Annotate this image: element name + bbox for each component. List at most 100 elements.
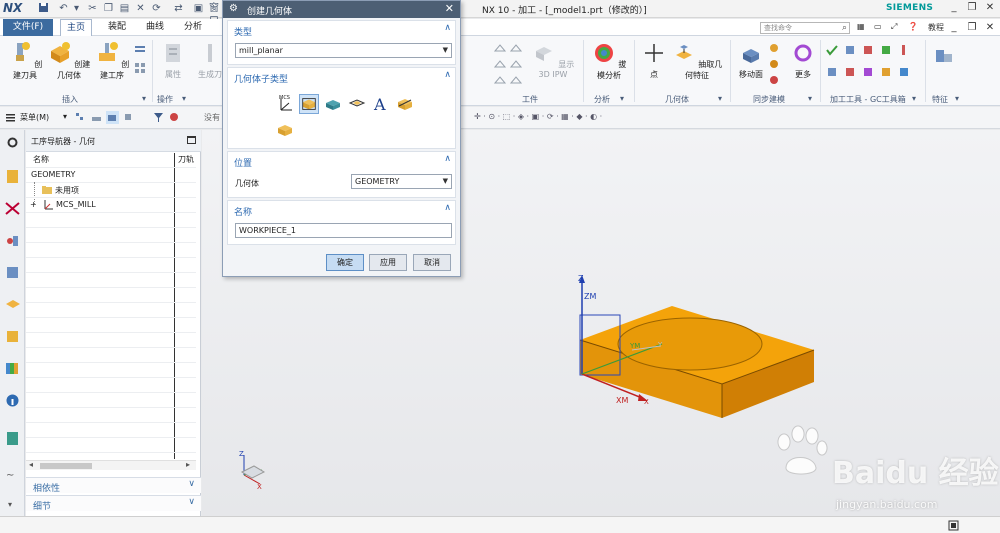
create-tool-button[interactable]: 创建刀具	[5, 41, 45, 81]
status-fullscreen-icon[interactable]	[948, 520, 959, 531]
tree-item-unused[interactable]: 未用项	[55, 185, 79, 196]
machine-tool-view-icon[interactable]	[90, 111, 103, 124]
window-icon[interactable]: ▣	[192, 2, 205, 15]
create-geometry-button[interactable]: 创建几何体	[46, 41, 92, 81]
snap-tools-icon[interactable]: ✛ · ⊙ · ⬚ · ◈ · ▣ · ⟳ · ▦ · ◆ · ◐ ·	[474, 112, 602, 121]
geometry-navigator-icon[interactable]	[4, 264, 21, 281]
selection-reset-icon[interactable]	[168, 111, 181, 124]
help-icon[interactable]: ❓	[908, 22, 918, 31]
palette-icon[interactable]	[4, 360, 21, 377]
scroll-left-icon[interactable]: ◂	[29, 460, 33, 469]
delete-icon[interactable]: ✕	[134, 2, 147, 15]
group-geometry-expand-icon[interactable]: ▾	[718, 94, 722, 103]
group-feature-expand-icon[interactable]: ▾	[955, 94, 959, 103]
type-filter-placeholder[interactable]: 没有	[204, 112, 220, 123]
workpiece-tool-5-icon[interactable]	[494, 74, 506, 86]
tab-curve[interactable]: 曲线	[140, 19, 170, 36]
horizontal-scrollbar[interactable]: ◂ ▸	[26, 460, 196, 470]
name-section-title[interactable]: 名称	[234, 205, 252, 218]
type-select[interactable]: mill_planar ▼	[235, 43, 452, 58]
roles-icon[interactable]: ▦	[857, 22, 865, 31]
dropdown-arrow-icon[interactable]: ▼	[443, 175, 448, 188]
more-button[interactable]: 更多	[790, 41, 816, 80]
window-menu-label[interactable]: 窗口	[206, 2, 222, 27]
settings-icon[interactable]	[4, 134, 21, 151]
ribbon-minimize-icon[interactable]: _	[946, 21, 962, 35]
feature-icon[interactable]	[932, 44, 956, 68]
subtype-section-title[interactable]: 几何体子类型	[234, 72, 288, 85]
minimize-icon[interactable]: _	[946, 1, 962, 15]
gc-tool-10-icon[interactable]	[898, 66, 910, 78]
window-switch-icon[interactable]: ▭	[874, 22, 882, 31]
workpiece-tool-2-icon[interactable]	[510, 42, 522, 54]
tab-home[interactable]: 主页	[60, 19, 93, 37]
maximize-icon[interactable]	[187, 136, 196, 144]
dialog-title-bar[interactable]: ⚙ 创建几何体 ✕	[223, 1, 460, 18]
create-operation-button[interactable]: 创建工序	[93, 41, 131, 81]
show-3d-ipw-button[interactable]: 显示 3D IPW	[527, 41, 579, 79]
paste-icon[interactable]: ▤	[118, 2, 131, 15]
tutorial-label[interactable]: 教程	[928, 22, 944, 33]
undo-icon[interactable]: ↶	[57, 2, 70, 15]
group-sync-expand-icon[interactable]: ▾	[808, 94, 812, 103]
attributes-button[interactable]: 属性	[158, 41, 188, 80]
scrollbar-thumb[interactable]	[40, 463, 92, 469]
workpiece-tool-6-icon[interactable]	[510, 74, 522, 86]
chevron-up-icon[interactable]: ∧	[444, 203, 451, 213]
dependencies-panel[interactable]: 相依性 ∨	[26, 477, 201, 494]
gc-tool-4-icon[interactable]	[880, 44, 892, 56]
dropdown-arrow-icon[interactable]: ▾	[70, 2, 83, 15]
dropdown-arrow-icon[interactable]: ▼	[443, 44, 448, 57]
roles-curve-icon[interactable]: ∼	[6, 470, 14, 481]
workpiece-tool-3-icon[interactable]	[494, 58, 506, 70]
ok-button[interactable]: 确定	[326, 254, 364, 271]
close-icon[interactable]: ✕	[445, 2, 454, 15]
gc-tool-3-icon[interactable]	[862, 44, 874, 56]
touch-mode-icon[interactable]: ⇄	[172, 2, 185, 15]
generate-toolpath-button[interactable]: 生成刀	[196, 41, 224, 80]
chevron-down-icon[interactable]: ∨	[188, 497, 195, 507]
group-gc-expand-icon[interactable]: ▾	[912, 94, 916, 103]
ribbon-close-icon[interactable]: ✕	[982, 21, 998, 35]
save-icon[interactable]	[37, 2, 50, 15]
history-icon[interactable]	[4, 430, 21, 447]
copy-icon[interactable]: ❐	[102, 2, 115, 15]
gc-tool-8-icon[interactable]	[862, 66, 874, 78]
info-icon[interactable]	[4, 392, 21, 409]
menu-dropdown-icon[interactable]: ▾	[63, 112, 67, 121]
tab-file[interactable]: 文件(F)	[3, 19, 53, 36]
search-icon[interactable]: ⌕	[842, 23, 847, 34]
column-toolpath-header[interactable]: 刀轨	[178, 153, 194, 167]
gc-tool-6-icon[interactable]	[826, 66, 838, 78]
name-input[interactable]: WORKPIECE_1	[235, 223, 452, 238]
replace-face-icon[interactable]	[768, 58, 780, 70]
chevron-up-icon[interactable]: ∧	[444, 70, 451, 80]
resource-expand-icon[interactable]: ▾	[8, 500, 12, 509]
workpiece-tool-4-icon[interactable]	[510, 58, 522, 70]
chevron-up-icon[interactable]: ∧	[444, 154, 451, 164]
delete-face-icon[interactable]	[768, 74, 780, 86]
scroll-right-icon[interactable]: ▸	[186, 460, 190, 469]
method-icon[interactable]	[4, 232, 21, 249]
gc-tool-9-icon[interactable]	[880, 66, 892, 78]
move-face-button[interactable]: 移动面	[736, 41, 766, 80]
chevron-up-icon[interactable]: ∧	[444, 23, 451, 33]
mill-boundary-subtype-icon[interactable]	[347, 94, 367, 114]
program-order-view-icon[interactable]	[74, 111, 87, 124]
chevron-down-icon[interactable]: ∨	[188, 479, 195, 489]
gc-check-icon[interactable]	[826, 44, 838, 56]
details-panel[interactable]: 细节 ∨	[26, 495, 201, 512]
mill-boundary-2-subtype-icon[interactable]	[275, 120, 295, 140]
gc-tool-7-icon[interactable]	[844, 66, 856, 78]
command-search-input[interactable]: 查找命令 ⌕	[760, 22, 850, 34]
group-analysis-expand-icon[interactable]: ▾	[620, 94, 624, 103]
geometry-parent-select[interactable]: GEOMETRY ▼	[351, 174, 452, 189]
mill-area-subtype-icon[interactable]	[323, 94, 343, 114]
draft-analysis-button[interactable]: 拔模分析	[589, 41, 629, 81]
program-order-icon[interactable]	[4, 168, 21, 185]
machine-tool-icon[interactable]	[4, 200, 21, 217]
mill-geom-subtype-icon[interactable]	[395, 94, 415, 114]
gc-tool-5-icon[interactable]	[898, 44, 910, 56]
tab-assembly[interactable]: 装配	[102, 19, 132, 36]
restore-icon[interactable]: ❐	[964, 1, 980, 15]
